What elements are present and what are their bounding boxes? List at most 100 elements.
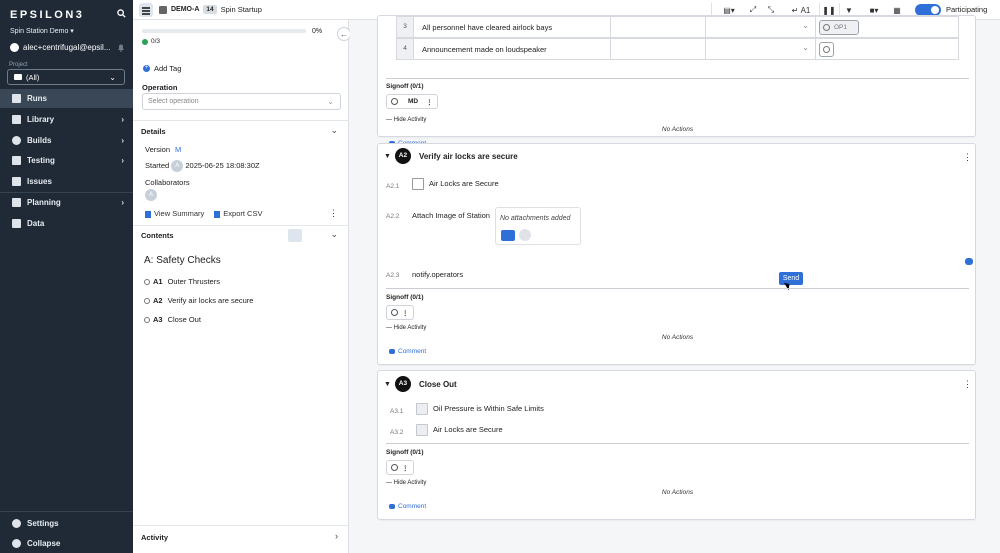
started-row: Started A 2025-06-25 18:08:30Z (145, 160, 260, 172)
progress-bar (142, 29, 306, 33)
planning-icon (12, 198, 21, 207)
more-options-icon[interactable]: ⋮ (963, 153, 972, 162)
step-number: A3.2 (390, 429, 404, 436)
more-options-icon[interactable]: ⋮ (963, 380, 972, 389)
step-title: Verify air locks are secure (418, 151, 518, 161)
step-text: notify.operators (412, 270, 464, 279)
camera-icon[interactable] (501, 230, 515, 241)
divider (386, 443, 969, 444)
toc-label: Outer Thrusters (167, 277, 220, 286)
chevron-right-icon[interactable]: › (335, 531, 338, 541)
activity-header[interactable]: Activity (141, 533, 168, 542)
comment-icon (389, 349, 395, 354)
started-label: Started (145, 160, 170, 170)
arrow-left-icon: ← (340, 29, 348, 39)
caret-down-icon[interactable]: ▼ (384, 153, 391, 160)
operation-label: Operation (142, 83, 178, 92)
signoff-button[interactable]: OP1 (819, 20, 859, 35)
view-summary-label: View Summary (154, 209, 205, 218)
more-options-icon[interactable]: ⋮ (426, 98, 433, 106)
bell-icon[interactable] (117, 43, 125, 52)
hide-activity-toggle[interactable]: — Hide Activity (386, 325, 426, 331)
more-options-icon[interactable]: ⋮ (329, 209, 338, 218)
avatar[interactable]: A (145, 189, 157, 201)
runs-icon (12, 94, 21, 103)
chart-icon (12, 219, 21, 228)
nav-builds[interactable]: Builds › (0, 131, 133, 150)
nav-collapse[interactable]: Collapse (0, 534, 133, 553)
signoff-button[interactable] (819, 42, 834, 57)
app-logo: EPSILON3 (10, 9, 85, 21)
org-switcher[interactable]: Spin Station Demo ▾ (10, 27, 74, 35)
nav-label: Library (27, 115, 55, 124)
caret-down-icon[interactable]: ▼ (384, 381, 391, 388)
operation-select[interactable]: Select operation ⌄ (142, 93, 341, 110)
table-cell[interactable] (610, 39, 705, 59)
step-number: A2.2 (386, 213, 400, 220)
signoff-button[interactable]: MD ⋮ (386, 94, 438, 109)
comment-button[interactable]: Comment (389, 503, 426, 510)
nav-label: Testing (27, 156, 55, 165)
row-number: 4 (397, 39, 414, 59)
signoff-button[interactable]: ⋮ (386, 460, 414, 475)
step-header[interactable]: ▼ A3 Close Out (384, 376, 457, 392)
chevron-down-icon[interactable]: ⌄ (330, 229, 338, 240)
nav-data[interactable]: Data (0, 214, 133, 233)
nav-planning[interactable]: Planning › (0, 193, 133, 212)
version-value[interactable]: M (175, 145, 181, 154)
chat-icon[interactable] (965, 258, 973, 265)
issues-icon (12, 177, 21, 186)
hide-activity-toggle[interactable]: — Hide Activity (386, 480, 426, 486)
chevron-up-icon[interactable]: ⌄ (330, 125, 338, 136)
signoff-role: MD (408, 98, 419, 105)
hierarchy-icon[interactable] (304, 229, 318, 242)
user-menu[interactable]: alec+centrifugal@epsil... (10, 43, 111, 52)
nav-testing[interactable]: Testing › (0, 151, 133, 170)
return-icon: ↵ (791, 5, 801, 15)
step-header[interactable]: ▼ A2 Verify air locks are secure (384, 148, 518, 164)
paperclip-icon[interactable] (519, 229, 531, 241)
search-icon[interactable] (117, 9, 126, 18)
list-view-icon[interactable] (139, 3, 153, 17)
send-button[interactable]: Send (779, 272, 803, 285)
plus-icon: + (143, 65, 150, 72)
chevron-right-icon: › (121, 115, 124, 124)
toc-id: A3 (153, 315, 163, 324)
details-header[interactable]: Details (141, 127, 166, 136)
step-text: Air Locks are Secure (429, 179, 499, 188)
nav-issues[interactable]: Issues (0, 172, 133, 191)
hide-activity-toggle[interactable]: — Hide Activity (386, 117, 426, 123)
step-number: A2.1 (386, 183, 400, 190)
user-avatar-icon (10, 43, 19, 52)
add-tag-button[interactable]: + Add Tag (143, 64, 181, 73)
more-options-icon[interactable]: ⋮ (402, 309, 409, 317)
table-cell[interactable] (610, 17, 705, 37)
builds-icon (12, 136, 21, 145)
divider (133, 120, 349, 121)
table-cell-select[interactable]: ⌄ (705, 39, 815, 59)
collapse-panel-button[interactable]: ← (337, 27, 351, 41)
project-select[interactable]: (All) ⌄ (7, 69, 125, 85)
step-checkbox[interactable] (416, 424, 428, 436)
view-summary-link[interactable]: View Summary (145, 209, 204, 218)
step-checkbox[interactable] (412, 178, 424, 190)
contents-header[interactable]: Contents (141, 231, 174, 240)
section-title[interactable]: A: Safety Checks (144, 255, 221, 266)
nav-settings[interactable]: Settings (0, 514, 133, 533)
nav-label: Issues (27, 177, 52, 186)
step-checkbox[interactable] (416, 403, 428, 415)
toc-item[interactable]: A1 Outer Thrusters (144, 277, 220, 286)
more-options-icon[interactable]: ⋮ (402, 464, 409, 472)
chevron-down-icon: ⌄ (327, 97, 334, 106)
signoff-button[interactable]: ⋮ (386, 305, 414, 320)
list-icon[interactable] (288, 229, 302, 242)
export-csv-link[interactable]: Export CSV (214, 209, 262, 218)
toc-item[interactable]: A2 Verify air locks are secure (144, 296, 253, 305)
run-number-badge: 14 (203, 5, 217, 14)
toc-item[interactable]: A3 Close Out (144, 315, 201, 324)
nav-library[interactable]: Library › (0, 110, 133, 129)
table-cell-select[interactable]: ⌄ (705, 17, 815, 37)
no-attachments-text: No attachments added (500, 215, 571, 222)
comment-button[interactable]: Comment (389, 348, 426, 355)
nav-runs[interactable]: Runs (0, 89, 133, 108)
